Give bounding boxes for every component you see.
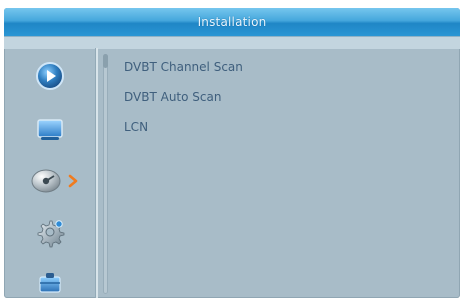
- installation-panel: Installation DVBT Channel Scan DVBT Auto…: [4, 8, 460, 298]
- scrollbar[interactable]: [103, 54, 108, 294]
- installation-options-list: DVBT Channel Scan DVBT Auto Scan LCN: [124, 52, 444, 142]
- satellite-disc-icon[interactable]: [28, 162, 64, 198]
- briefcase-icon[interactable]: [32, 264, 68, 298]
- media-play-icon-graphic: [36, 62, 64, 90]
- title-bar: Installation: [4, 8, 460, 36]
- option-dvbt-auto-scan[interactable]: DVBT Auto Scan: [124, 82, 444, 112]
- selection-arrow-icon: [68, 174, 78, 188]
- sidebar-divider: [95, 48, 98, 298]
- tv-monitor-icon[interactable]: [32, 110, 68, 146]
- satellite-disc-icon-graphic: [31, 169, 61, 193]
- scrollbar-thumb[interactable]: [103, 54, 108, 68]
- sidebar: [4, 48, 94, 298]
- option-dvbt-channel-scan[interactable]: DVBT Channel Scan: [124, 52, 444, 82]
- gear-icon-graphic: [37, 220, 65, 248]
- media-play-icon[interactable]: [32, 58, 68, 94]
- briefcase-icon-graphic: [39, 273, 61, 293]
- gear-icon[interactable]: [32, 214, 68, 250]
- screen: Installation DVBT Channel Scan DVBT Auto…: [0, 0, 467, 304]
- option-lcn[interactable]: LCN: [124, 112, 444, 142]
- tv-monitor-icon-graphic: [37, 119, 63, 140]
- page-title: Installation: [197, 15, 267, 29]
